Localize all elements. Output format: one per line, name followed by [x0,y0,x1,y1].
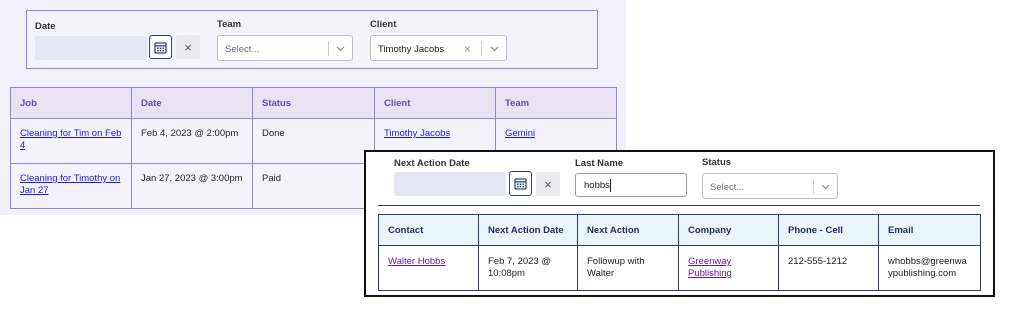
status-select-placeholder: Select... [710,182,745,193]
column-header-email[interactable]: Email [878,214,981,246]
column-header-next-action-date[interactable]: Next Action Date [478,214,578,246]
column-header-date[interactable]: Date [131,87,253,119]
date-filter-input[interactable] [35,36,147,60]
column-header-job[interactable]: Job [10,87,132,119]
client-filter-label: Client [370,19,397,30]
column-header-team[interactable]: Team [495,87,617,119]
last-name-input-value: hobbs [584,180,610,191]
column-header-phone-cell[interactable]: Phone - Cell [778,214,879,246]
email-cell: whobbs@greenwaypublishing.com [878,245,981,291]
team-link[interactable]: Gemini [505,128,535,139]
clear-date-button[interactable]: × [536,172,560,196]
jobs-filter-bar: Date × Team Select... Client Timothy Jac… [26,10,598,69]
calendar-icon [154,41,167,54]
last-name-label: Last Name [575,158,624,169]
next-action-date-input[interactable] [394,172,506,196]
close-icon: × [184,39,192,55]
clear-selection-icon[interactable]: × [464,42,471,56]
filter-divider [378,205,980,206]
job-status: Done [252,118,375,164]
job-status: Paid [252,163,375,209]
next-action-cell: Followup with Walter [577,245,679,291]
job-date: Feb 4, 2023 @ 2:00pm [131,118,253,164]
table-header-row: Job Date Status Client Team [10,87,617,119]
chevron-down-icon[interactable] [335,43,346,54]
column-header-next-action[interactable]: Next Action [577,214,679,246]
chevron-down-icon[interactable] [489,43,500,54]
select-divider [328,41,329,56]
calendar-button[interactable] [509,171,532,196]
table-header-row: Contact Next Action Date Next Action Com… [378,214,981,246]
calendar-icon [514,178,527,190]
status-filter-label: Status [702,157,732,168]
status-select[interactable]: Select... [702,173,838,199]
date-filter-label: Date [35,21,56,32]
client-link[interactable]: Timothy Jacobs [384,128,450,139]
chevron-down-icon[interactable] [820,181,831,192]
column-header-company[interactable]: Company [678,214,779,246]
team-select-placeholder: Select... [225,44,260,55]
contacts-table: Contact Next Action Date Next Action Com… [378,214,981,291]
table-row: Walter Hobbs Feb 7, 2023 @ 10:08pm Follo… [378,245,981,291]
contacts-panel: Next Action Date × Last Name hobbs Statu… [364,150,995,297]
last-name-input[interactable]: hobbs [575,173,687,197]
column-header-status[interactable]: Status [252,87,375,119]
next-action-date-label: Next Action Date [394,158,470,169]
phone-cell: 212-555-1212 [778,245,879,291]
calendar-button[interactable] [149,35,172,59]
company-link[interactable]: Greenway Publishing [688,256,732,279]
contact-link[interactable]: Walter Hobbs [388,256,445,267]
select-divider [481,41,482,56]
text-cursor [610,179,611,192]
job-date: Jan 27, 2023 @ 3:00pm [131,163,253,209]
team-filter-label: Team [217,19,242,30]
client-select-value: Timothy Jacobs [378,44,445,55]
column-header-client[interactable]: Client [374,87,496,119]
client-select[interactable]: Timothy Jacobs × [370,35,507,61]
clear-date-button[interactable]: × [176,35,200,59]
select-divider [813,179,814,194]
next-action-date-cell: Feb 7, 2023 @ 10:08pm [478,245,578,291]
column-header-contact[interactable]: Contact [378,214,479,246]
team-select[interactable]: Select... [217,35,353,61]
close-icon: × [544,176,552,192]
job-link[interactable]: Cleaning for Timothy on Jan 27 [20,173,120,196]
job-link[interactable]: Cleaning for Tim on Feb 4 [20,128,121,151]
